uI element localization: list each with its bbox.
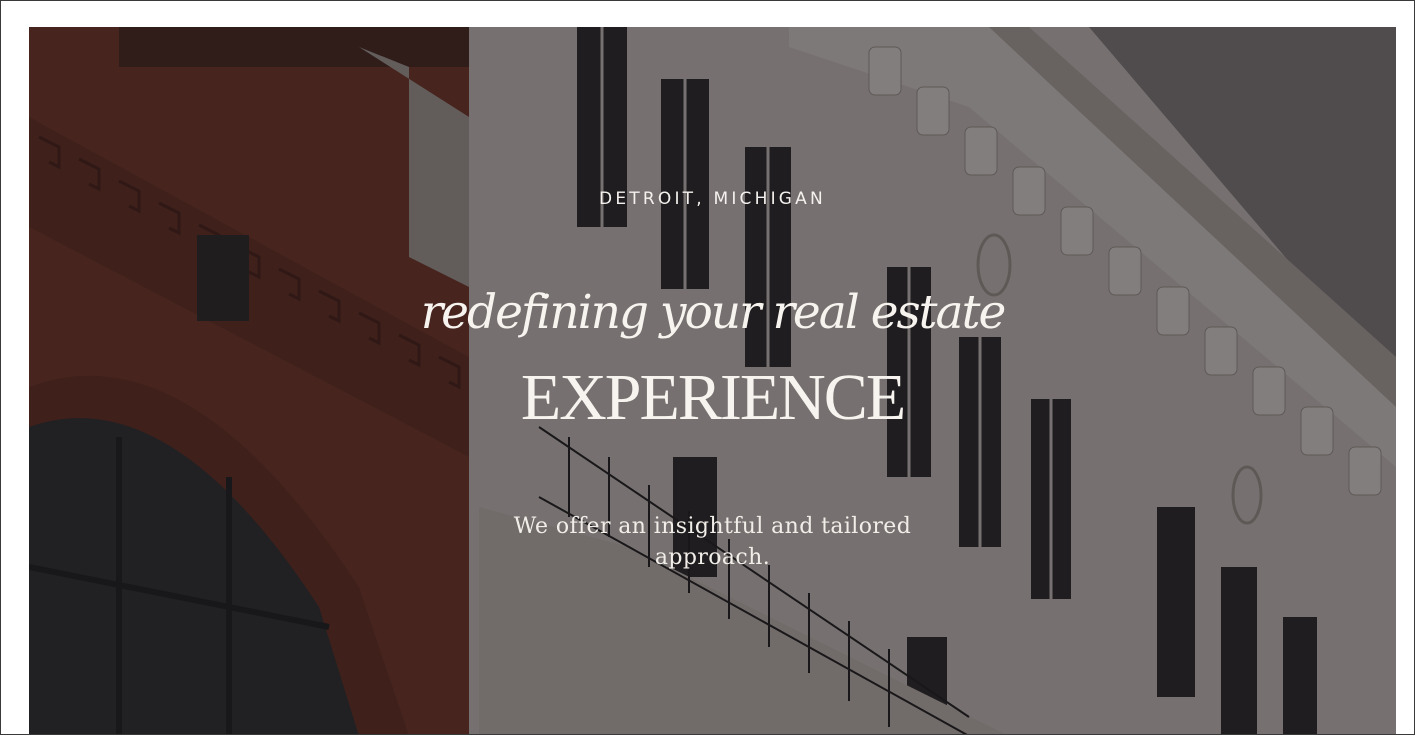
page-frame: DETROIT, MICHIGAN redefining your real e… bbox=[0, 0, 1415, 735]
hero-section: DETROIT, MICHIGAN redefining your real e… bbox=[29, 27, 1396, 734]
location-label: DETROIT, MICHIGAN bbox=[599, 189, 826, 209]
hero-content: DETROIT, MICHIGAN redefining your real e… bbox=[29, 27, 1396, 734]
headline-caps: EXPERIENCE bbox=[520, 361, 906, 434]
tagline: We offer an insightful and tailored appr… bbox=[513, 514, 912, 570]
headline-script: redefining your real estate bbox=[420, 285, 1007, 340]
